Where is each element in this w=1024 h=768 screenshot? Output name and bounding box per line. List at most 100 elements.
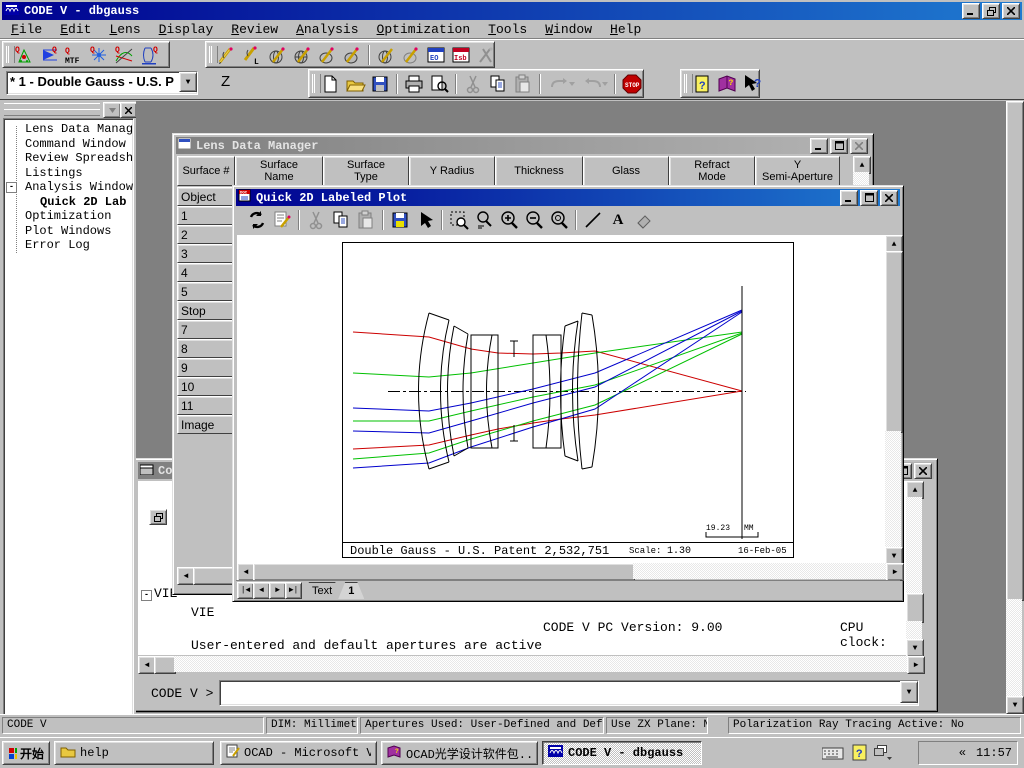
open-icon[interactable]: [344, 73, 366, 95]
restore-monitor-tray-icon[interactable]: [874, 744, 892, 766]
tree-item-quick-2d-lab[interactable]: Quick 2D Lab: [4, 195, 131, 210]
menu-edit[interactable]: Edit: [51, 20, 100, 40]
taskbar-button-code-v-dbgauss[interactable]: CODE V - dbgauss: [542, 741, 702, 765]
scroll-track[interactable]: [906, 497, 922, 593]
help-topics-icon[interactable]: ?: [691, 73, 713, 95]
column-header-y-semi-aperture[interactable]: Y Semi-Aperture: [755, 156, 840, 186]
maximize-button[interactable]: [860, 190, 878, 206]
tree-item-optimization[interactable]: Optimization: [4, 209, 131, 224]
paste-icon[interactable]: [355, 209, 377, 231]
menu-tools[interactable]: Tools: [479, 20, 536, 40]
menu-window[interactable]: Window: [536, 20, 601, 40]
close-button[interactable]: [914, 463, 932, 479]
taskbar-button-ocad[interactable]: ?OCAD光学设计软件包...: [381, 741, 538, 765]
menu-analysis[interactable]: Analysis: [287, 20, 367, 40]
line-tool-icon[interactable]: [582, 209, 604, 231]
tree-item-listings[interactable]: Listings: [4, 166, 131, 181]
scroll-right-icon[interactable]: ►: [886, 563, 904, 581]
column-header-y-radius[interactable]: Y Radius: [409, 156, 495, 186]
keyboard-tray-icon[interactable]: [822, 746, 844, 765]
tree-item-error-log[interactable]: Error Log: [4, 238, 131, 253]
taskbar-button-help[interactable]: help: [54, 741, 214, 765]
command-input[interactable]: [222, 683, 898, 701]
surface-row-object[interactable]: Object: [177, 187, 235, 206]
menu-lens[interactable]: Lens: [100, 20, 149, 40]
scroll-thumb[interactable]: [906, 593, 924, 623]
surface-row-image[interactable]: Image: [177, 415, 235, 434]
globe-solid-icon[interactable]: [291, 44, 313, 66]
plot-hscrollbar[interactable]: ◄ ►: [237, 563, 902, 580]
tab-first-icon[interactable]: |◄: [237, 582, 254, 599]
tab-next-icon[interactable]: ►: [269, 582, 286, 599]
minimize-button[interactable]: [810, 138, 828, 154]
scroll-thumb[interactable]: [885, 251, 903, 433]
zoom-out-icon[interactable]: [523, 209, 545, 231]
spot-diagram-icon[interactable]: Q: [13, 44, 35, 66]
redo-icon[interactable]: [579, 73, 609, 95]
pencil-cut-icon[interactable]: [475, 44, 497, 66]
new-icon[interactable]: [319, 73, 341, 95]
maximize-button[interactable]: [830, 138, 848, 154]
stop-icon[interactable]: STOP: [621, 73, 643, 95]
plot-tab-1[interactable]: 1: [338, 582, 364, 599]
lens-section-icon[interactable]: Q: [138, 44, 160, 66]
panel-menu-icon[interactable]: [103, 102, 121, 118]
save-icon[interactable]: [369, 73, 391, 95]
surface-row-1[interactable]: 1: [177, 206, 235, 225]
text-tool-icon[interactable]: A: [607, 209, 629, 231]
lens-selector-combo[interactable]: * 1 - Double Gauss - U.S. P ▼: [6, 71, 198, 95]
field-plot-icon[interactable]: Q: [38, 44, 60, 66]
column-header-thickness[interactable]: Thickness: [495, 156, 583, 186]
start-button[interactable]: 开始: [2, 741, 50, 765]
column-header-glass[interactable]: Glass: [583, 156, 669, 186]
tree-item-analysis-windows[interactable]: Analysis Windows-: [4, 180, 131, 195]
menu-help[interactable]: Help: [601, 20, 650, 40]
minimize-button[interactable]: [962, 3, 980, 19]
psf-icon[interactable]: Q: [88, 44, 110, 66]
mtf-icon[interactable]: QMTF: [63, 44, 85, 66]
ray-aberration-icon[interactable]: Q: [113, 44, 135, 66]
column-header-surface[interactable]: Surface #: [177, 156, 235, 186]
menu-optimization[interactable]: Optimization: [368, 20, 480, 40]
restore-doc-icon[interactable]: [149, 509, 167, 525]
surface-row-3[interactable]: 3: [177, 244, 235, 263]
undo-icon[interactable]: [546, 73, 576, 95]
command-input-combo[interactable]: ▼: [219, 680, 919, 706]
copy-icon[interactable]: [330, 209, 352, 231]
scroll-thumb[interactable]: [154, 656, 176, 674]
restore-button[interactable]: [982, 3, 1000, 19]
mdi-vscrollbar[interactable]: ▼: [1006, 101, 1023, 713]
context-help-icon[interactable]: ?: [741, 73, 763, 95]
collapse-minus-icon[interactable]: -: [141, 590, 152, 601]
ime-help-tray-icon[interactable]: ?: [852, 744, 868, 766]
ldm-titlebar[interactable]: Lens Data Manager: [176, 137, 870, 154]
tree-item-lens-data-manager[interactable]: Lens Data Manager: [4, 122, 131, 137]
scroll-track[interactable]: [885, 431, 901, 547]
paste-icon[interactable]: [512, 73, 534, 95]
plot-vscrollbar[interactable]: ▲ ▼: [885, 235, 902, 563]
zoom-original-icon[interactable]: [548, 209, 570, 231]
tree-item-plot-windows[interactable]: Plot Windows: [4, 224, 131, 239]
menu-review[interactable]: Review: [222, 20, 287, 40]
scroll-down-icon[interactable]: ▼: [1006, 696, 1024, 714]
close-button[interactable]: [880, 190, 898, 206]
scroll-track[interactable]: [906, 621, 922, 639]
scroll-down-icon[interactable]: ▼: [906, 639, 924, 657]
surface-row-7[interactable]: 7: [177, 320, 235, 339]
save-icon[interactable]: [389, 209, 411, 231]
surface-row-10[interactable]: 10: [177, 377, 235, 396]
menu-file[interactable]: File: [2, 20, 51, 40]
cut-icon[interactable]: [462, 73, 484, 95]
eraser-icon[interactable]: [632, 209, 654, 231]
refresh-icon[interactable]: [246, 209, 268, 231]
zoom-previous-icon[interactable]: [473, 209, 495, 231]
globe-sketch-icon[interactable]: [266, 44, 288, 66]
scroll-track[interactable]: [633, 563, 886, 579]
plot-titlebar[interactable]: DOC Quick 2D Labeled Plot: [236, 189, 900, 206]
tray-collapse-chevron[interactable]: «: [959, 746, 966, 760]
pointer-icon[interactable]: [414, 209, 436, 231]
expander-minus-icon[interactable]: -: [6, 182, 17, 193]
surface-row-11[interactable]: 11: [177, 396, 235, 415]
column-header-surface-type[interactable]: Surface Type: [323, 156, 409, 186]
properties-icon[interactable]: [271, 209, 293, 231]
